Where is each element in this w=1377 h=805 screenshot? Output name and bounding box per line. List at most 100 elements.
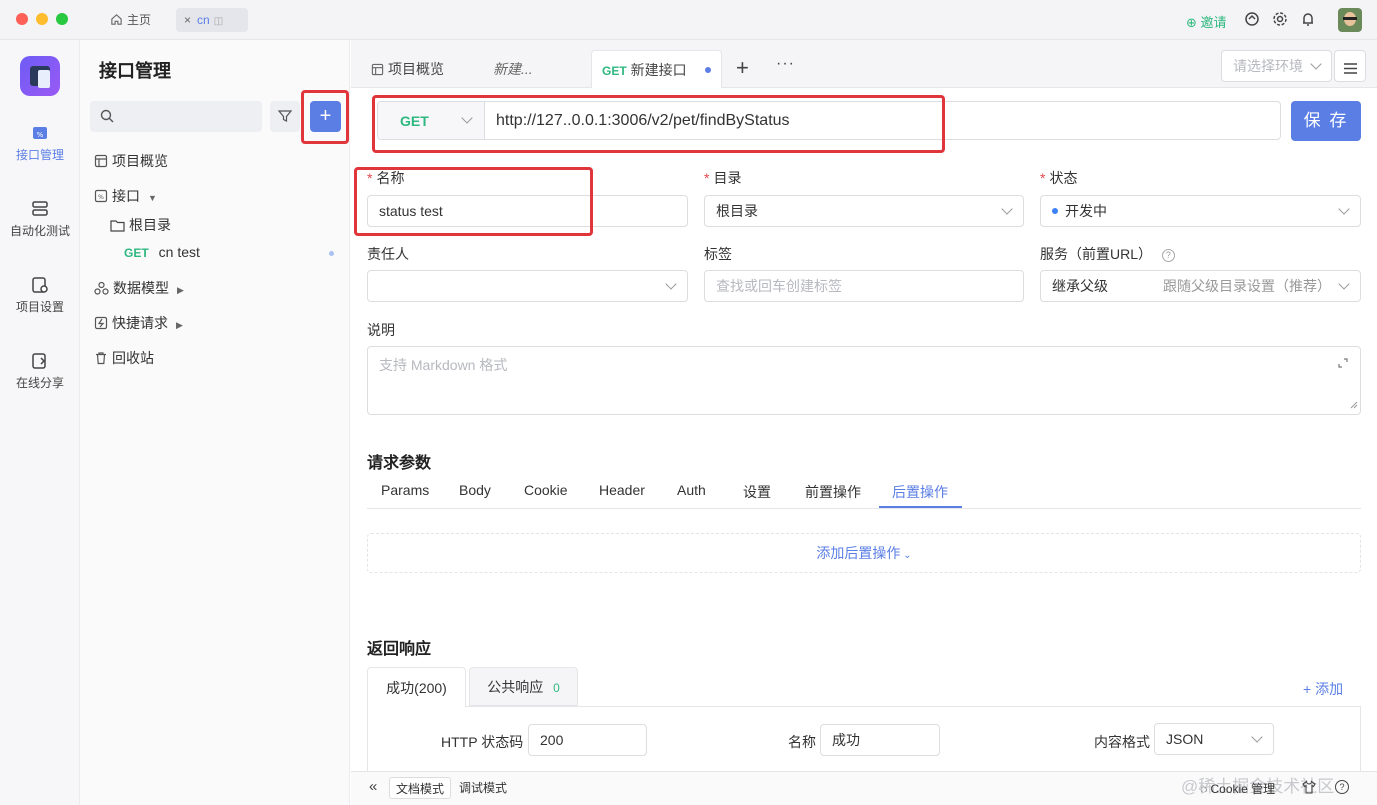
params-tab[interactable]: 后置操作 <box>892 482 948 502</box>
nav-online-share[interactable]: 在线分享 <box>0 352 80 391</box>
shirt-icon[interactable] <box>1302 780 1316 797</box>
trash-icon <box>94 351 108 368</box>
http-code-input[interactable]: 200 <box>528 724 647 756</box>
close-window-button[interactable] <box>16 13 28 25</box>
expand-icon[interactable] <box>1338 355 1348 371</box>
caret-down-icon: ▼ <box>148 193 157 203</box>
http-code-label: HTTP 状态码 <box>441 734 524 750</box>
description-textarea[interactable]: 支持 Markdown 格式 <box>367 346 1361 415</box>
add-post-operation-button[interactable]: 添加后置操作 ⌄ <box>367 533 1361 573</box>
maximize-window-button[interactable] <box>56 13 68 25</box>
response-title: 返回响应 <box>367 641 432 658</box>
environment-select[interactable]: 请选择环境 <box>1221 50 1332 82</box>
data-model-icon <box>94 281 109 298</box>
params-tab[interactable]: Params <box>381 482 429 498</box>
response-tab-common[interactable]: 公共响应 0 <box>469 667 578 706</box>
required-mark: * <box>704 170 710 186</box>
service-select[interactable]: 继承父级 跟随父级目录设置（推荐） <box>1040 270 1361 302</box>
sidebar-item-api[interactable]: % 接口 ▼ <box>94 186 157 206</box>
automation-icon <box>0 200 80 218</box>
project-tab-label: cn <box>197 13 210 27</box>
save-button[interactable]: 保 存 <box>1291 101 1361 141</box>
params-tab[interactable]: 设置 <box>743 482 771 502</box>
bell-icon[interactable] <box>1300 11 1316 30</box>
sidebar-search-input[interactable] <box>90 101 262 132</box>
home-tab-label: 主页 <box>127 13 152 27</box>
params-tab[interactable]: Cookie <box>524 482 568 498</box>
filter-button[interactable] <box>270 101 300 132</box>
sidebar-item-overview[interactable]: 项目概览 <box>94 151 168 171</box>
sidebar-item-data-model[interactable]: 数据模型 ▶ <box>94 278 184 298</box>
params-tab[interactable]: Body <box>459 482 491 498</box>
quick-request-icon <box>94 316 108 333</box>
status-select[interactable]: 开发中 <box>1040 195 1361 227</box>
highlight-box <box>372 95 945 153</box>
overview-icon <box>371 52 384 90</box>
service-label-text: 服务（前置URL） <box>1040 246 1153 262</box>
response-name-input[interactable]: 成功 <box>820 724 940 756</box>
main-panel: 项目概览 新建... GET 新建接口 + ··· 请选择环境 GET http:… <box>351 40 1377 805</box>
response-tab-success[interactable]: 成功(200) <box>367 667 466 707</box>
service-hint: 跟随父级目录设置（推荐） <box>1163 278 1331 294</box>
tab-project-overview[interactable]: 项目概览 <box>371 50 444 88</box>
params-tab[interactable]: Header <box>599 482 645 498</box>
params-title: 请求参数 <box>367 455 432 472</box>
add-response-button[interactable]: + 添加 <box>1303 679 1343 699</box>
unsaved-dot <box>705 67 711 73</box>
sidebar-item-quick-request[interactable]: 快捷请求 ▶ <box>94 313 183 333</box>
divider <box>367 508 1361 509</box>
project-settings-icon <box>0 276 80 294</box>
project-tab[interactable]: × cn ◫ <box>176 8 248 32</box>
sidebar-item-api-endpoint[interactable]: GET cn test <box>124 244 334 260</box>
invite-button[interactable]: ⊕ 邀请 <box>1186 12 1227 31</box>
directory-value: 根目录 <box>716 203 758 219</box>
owner-select[interactable] <box>367 270 688 302</box>
close-icon[interactable]: × <box>184 13 191 27</box>
bottom-bar: « 文档模式 调试模式 @稀土掘金技术社区 ◌ Cookie 管理 ? <box>351 771 1377 805</box>
tags-input[interactable]: 查找或回车创建标签 <box>704 270 1024 302</box>
new-tab-button[interactable]: + <box>736 57 749 79</box>
response-name-label: 名称 <box>788 734 816 750</box>
nav-project-settings[interactable]: 项目设置 <box>0 276 80 315</box>
tab-badge-icon: ◫ <box>213 16 224 27</box>
required-mark: * <box>1040 170 1046 186</box>
doc-mode-button[interactable]: 文档模式 <box>389 777 452 799</box>
directory-label-text: 目录 <box>713 170 742 186</box>
chevron-down-icon <box>1251 731 1263 743</box>
left-nav: % 接口管理 自动化测试 项目设置 在线分享 <box>0 40 80 805</box>
tab-new-draft[interactable]: 新建... <box>493 50 533 88</box>
overview-icon <box>94 154 108 171</box>
sidebar-item-label: cn test <box>158 244 200 260</box>
tab-label: 新建接口 <box>630 62 687 78</box>
debug-mode-button[interactable]: 调试模式 <box>455 777 511 799</box>
service-value: 继承父级 <box>1052 278 1108 294</box>
share-icon <box>0 352 80 370</box>
sync-icon[interactable] <box>1244 11 1260 30</box>
resize-handle-icon[interactable] <box>1350 396 1358 412</box>
home-tab[interactable]: 主页 <box>102 8 159 32</box>
menu-button[interactable] <box>1334 50 1366 82</box>
minimize-window-button[interactable] <box>36 13 48 25</box>
tags-label: 标签 <box>704 246 732 262</box>
gear-icon[interactable] <box>1272 11 1288 30</box>
sidebar-item-root-folder[interactable]: 根目录 <box>110 215 171 235</box>
directory-label: * 目录 <box>704 168 741 188</box>
collapse-sidebar-button[interactable]: « <box>369 779 377 795</box>
nav-automation-test[interactable]: 自动化测试 <box>0 200 80 239</box>
cookie-manage-button[interactable]: ◌ Cookie 管理 <box>1200 780 1275 797</box>
tab-new-api[interactable]: GET 新建接口 <box>591 50 722 88</box>
sidebar-item-label: 根目录 <box>129 217 171 233</box>
content-format-select[interactable]: JSON <box>1154 723 1274 755</box>
directory-select[interactable]: 根目录 <box>704 195 1024 227</box>
help-icon[interactable]: ? <box>1335 780 1349 794</box>
status-label-text: 状态 <box>1049 170 1078 186</box>
avatar[interactable] <box>1338 8 1362 32</box>
nav-api-management[interactable]: % 接口管理 <box>0 124 80 163</box>
more-tabs-button[interactable]: ··· <box>776 55 795 73</box>
help-icon[interactable]: ? <box>1161 249 1175 262</box>
sidebar-item-label: 接口 <box>112 188 140 204</box>
params-tab[interactable]: Auth <box>677 482 706 498</box>
sidebar-item-recycle-bin[interactable]: 回收站 <box>94 348 154 368</box>
tab-bar: 项目概览 新建... GET 新建接口 + ··· 请选择环境 <box>351 40 1377 88</box>
params-tab[interactable]: 前置操作 <box>805 482 861 502</box>
